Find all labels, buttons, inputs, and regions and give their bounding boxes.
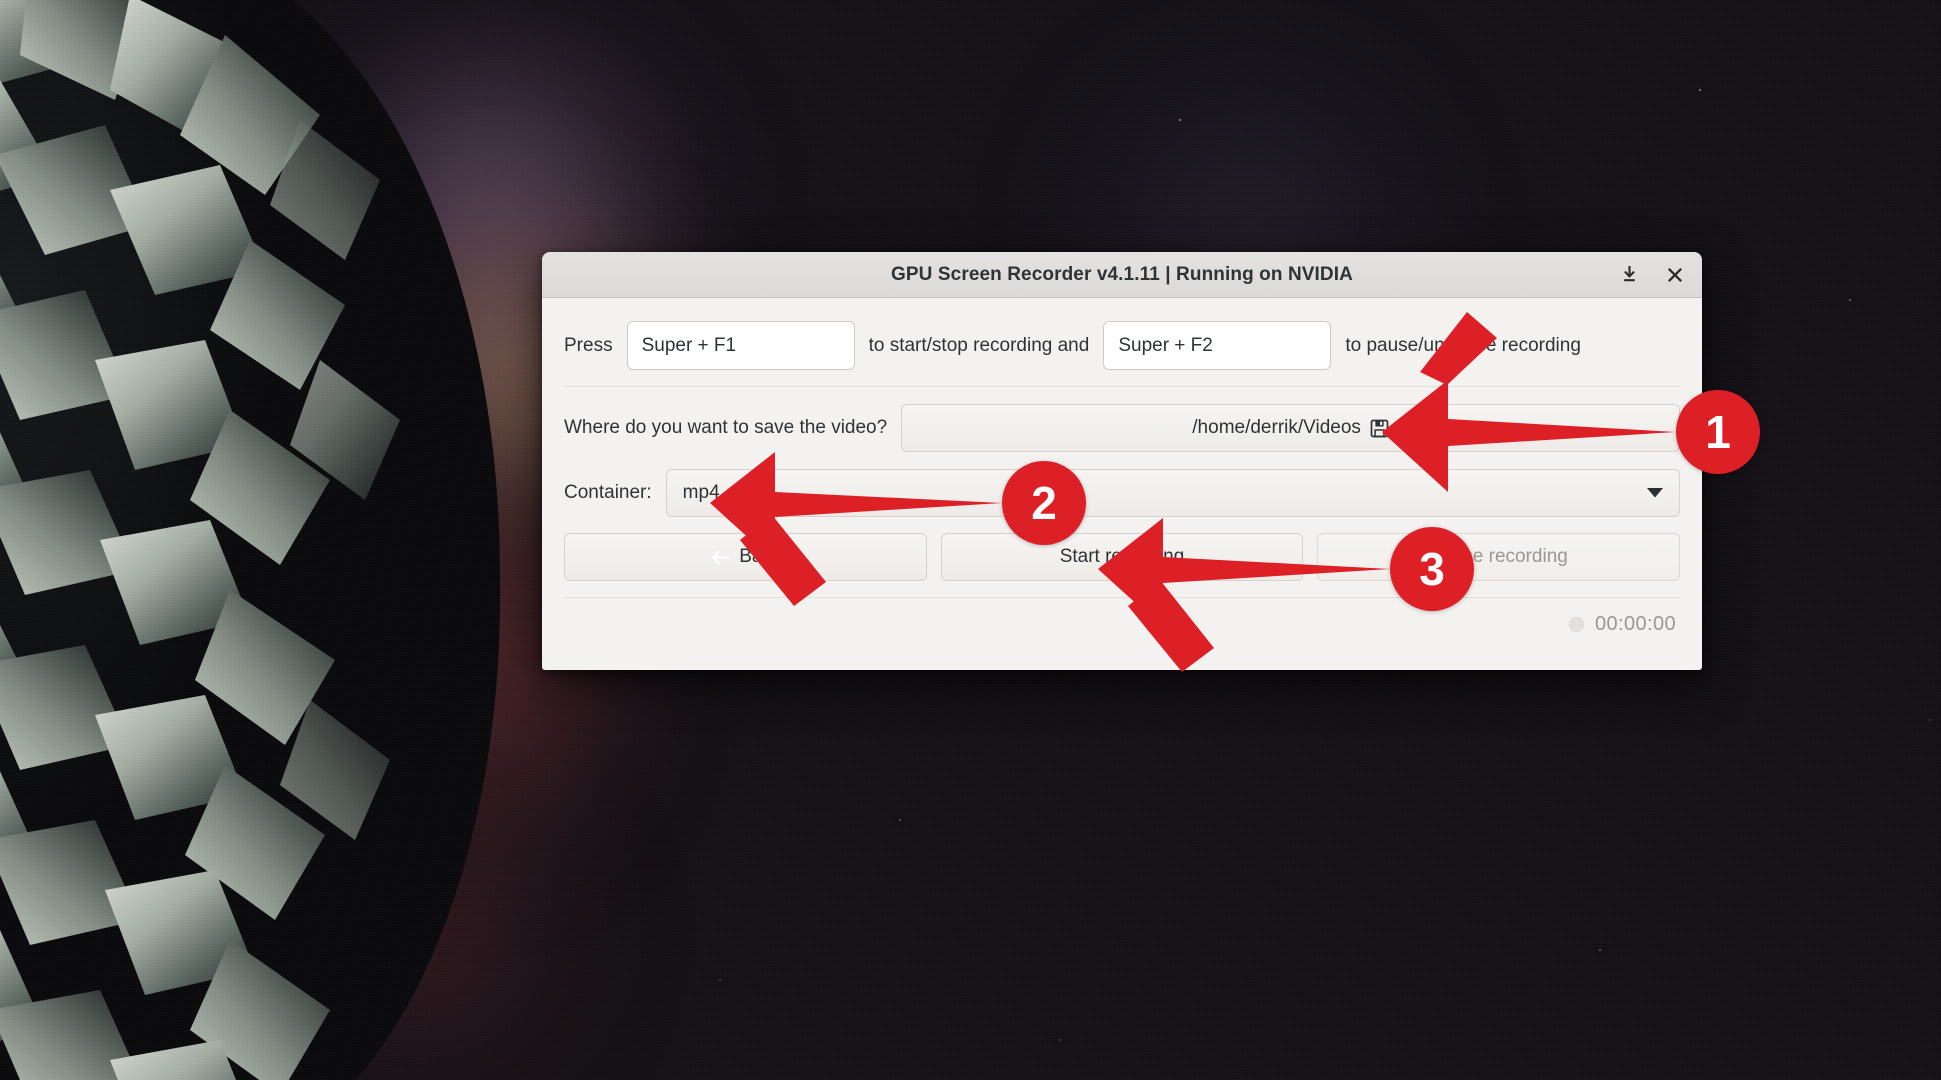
arrow-left-icon: [709, 550, 730, 565]
start-recording-button[interactable]: Start recording: [940, 533, 1304, 581]
press-label: Press: [564, 334, 613, 356]
gpu-screen-recorder-window: GPU Screen Recorder v4.1.11 | Running on…: [542, 252, 1702, 670]
save-path-text: /home/derrik/Videos: [1192, 417, 1361, 438]
pause-recording-button: Pause recording: [1317, 533, 1681, 581]
back-button-label: Back: [739, 546, 782, 567]
record-dot-icon: [1568, 617, 1584, 632]
action-button-row: Back Start recording Pause recording: [564, 517, 1681, 581]
pause-hotkey-input[interactable]: Super + F2: [1103, 321, 1332, 370]
crystal-shards: [0, 0, 400, 1080]
floppy-disk-icon: [1370, 419, 1389, 438]
window-title: GPU Screen Recorder v4.1.11 | Running on…: [891, 263, 1353, 285]
container-select[interactable]: mp4: [665, 469, 1680, 517]
chevron-down-icon: [1647, 488, 1663, 498]
save-question-label: Where do you want to save the video?: [564, 417, 888, 438]
minimize-to-tray-icon[interactable]: [1616, 262, 1642, 288]
container-value: mp4: [682, 482, 720, 503]
hotkey-row: Press Super + F1 to start/stop recording…: [564, 314, 1680, 384]
close-icon[interactable]: [1662, 262, 1688, 288]
container-label: Container:: [564, 482, 652, 503]
window-titlebar[interactable]: GPU Screen Recorder v4.1.11 | Running on…: [542, 252, 1702, 298]
save-location-row: Where do you want to save the video? /ho…: [564, 387, 1680, 452]
wallpaper-crystal-formation: [0, 0, 500, 1080]
start-stop-hotkey-input[interactable]: Super + F1: [626, 321, 855, 370]
container-row: Container: mp4: [564, 452, 1680, 517]
window-body: Press Super + F1 to start/stop recording…: [542, 298, 1702, 651]
start-recording-label: Start recording: [1059, 546, 1185, 567]
status-bar: 00:00:00: [564, 597, 1680, 651]
save-path-button[interactable]: /home/derrik/Videos: [901, 404, 1680, 452]
pause-recording-label: Pause recording: [1429, 546, 1568, 567]
back-button[interactable]: Back: [564, 533, 927, 581]
start-stop-suffix-label: to start/stop recording and: [868, 334, 1090, 356]
pause-suffix-label: to pause/unpause recording: [1345, 334, 1581, 356]
record-timer: 00:00:00: [1594, 613, 1676, 635]
desktop: GPU Screen Recorder v4.1.11 | Running on…: [0, 0, 1941, 1080]
titlebar-controls: [1616, 252, 1688, 297]
